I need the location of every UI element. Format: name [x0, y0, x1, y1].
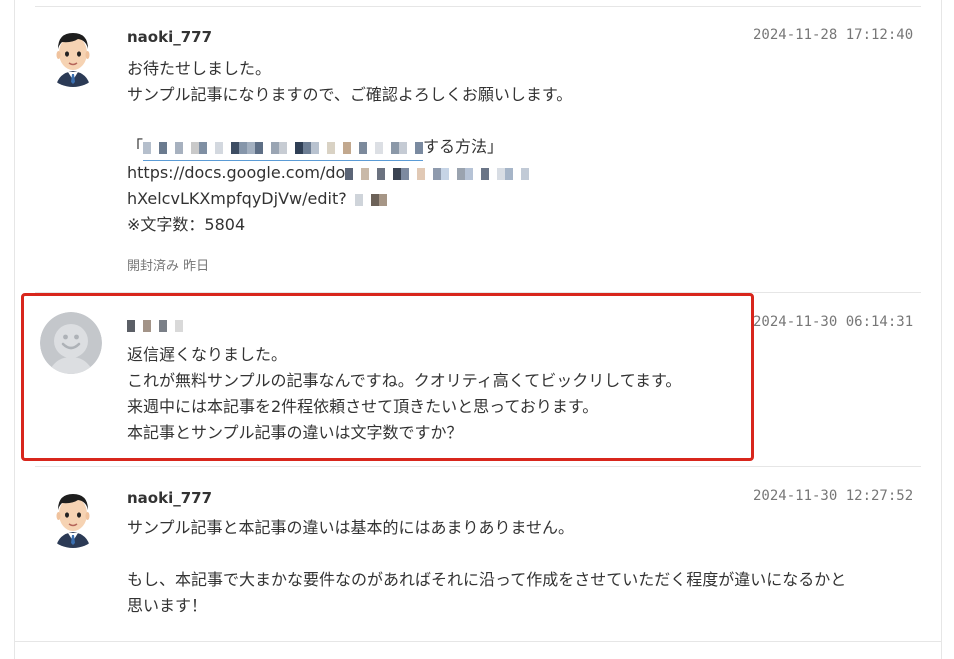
message-timestamp: 2024-11-30 12:27:52	[753, 488, 914, 504]
article-title-line: 「 する方法」	[127, 134, 572, 161]
message-timestamp: 2024-11-28 17:12:40	[753, 27, 914, 43]
redacted-text	[346, 187, 387, 213]
message-line: サンプル記事になりますので、ご確認よろしくお願いします。	[127, 85, 573, 104]
message-line: これが無料サンプルの記事なんですね。クオリティ高くてビックリしてます。	[127, 371, 682, 390]
link-text[interactable]: https://docs.google.com/do	[127, 163, 345, 182]
link-text[interactable]: hXelcvLKXmpfqyDjVw/edit?	[127, 189, 347, 208]
bracket-open: 「	[127, 137, 144, 156]
read-status: 開封済み 昨日	[127, 259, 210, 274]
author-avatar-icon[interactable]	[42, 486, 104, 548]
character-count: ※文字数：5804	[127, 215, 246, 234]
message-timestamp: 2024-11-30 06:14:31	[753, 314, 914, 330]
redacted-text	[143, 134, 424, 161]
message-item: naoki_777 2024-11-28 17:12:40 お待たせしました。 …	[15, 0, 941, 292]
redacted-text	[127, 317, 183, 335]
redacted-text	[345, 161, 530, 187]
author-avatar-icon[interactable]	[42, 25, 104, 87]
message-line: もし、本記事で大まかな要件なのがあればそれに沿って作成をさせていただく程度が違い…	[127, 570, 847, 589]
message-line: 返信遅くなりました。	[127, 345, 288, 364]
message-line: 思います！	[127, 596, 208, 615]
author-name[interactable]: naoki_777	[127, 489, 212, 507]
divider	[15, 641, 941, 642]
message-line: 来週中には本記事を2件程依頼させて頂きたいと思っております。	[127, 397, 599, 416]
message-line: 本記事とサンプル記事の違いは文字数ですか？	[127, 423, 463, 442]
message-line: サンプル記事と本記事の違いは基本的にはあまりありません。	[127, 518, 575, 537]
doc-link[interactable]: https://docs.google.com/do	[127, 160, 572, 186]
title-suffix: する方法」	[423, 137, 504, 156]
default-user-avatar-icon[interactable]	[40, 312, 102, 374]
message-item: 2024-11-30 06:14:31 返信遅くなりました。 これが無料サンプル…	[15, 292, 941, 466]
author-name[interactable]: naoki_777	[127, 28, 212, 46]
doc-link-continuation[interactable]: hXelcvLKXmpfqyDjVw/edit?	[127, 186, 572, 212]
message-body: 返信遅くなりました。 これが無料サンプルの記事なんですね。クオリティ高くてビック…	[127, 342, 681, 446]
message-line: お待たせしました。	[127, 59, 272, 78]
message-body: お待たせしました。 サンプル記事になりますので、ご確認よろしくお願いします。 「…	[127, 56, 572, 238]
message-item: naoki_777 2024-11-30 12:27:52 サンプル記事と本記事…	[15, 466, 941, 641]
message-thread: naoki_777 2024-11-28 17:12:40 お待たせしました。 …	[14, 0, 942, 659]
client-name[interactable]	[127, 316, 183, 335]
message-body: サンプル記事と本記事の違いは基本的にはあまりありません。 もし、本記事で大まかな…	[127, 515, 846, 619]
